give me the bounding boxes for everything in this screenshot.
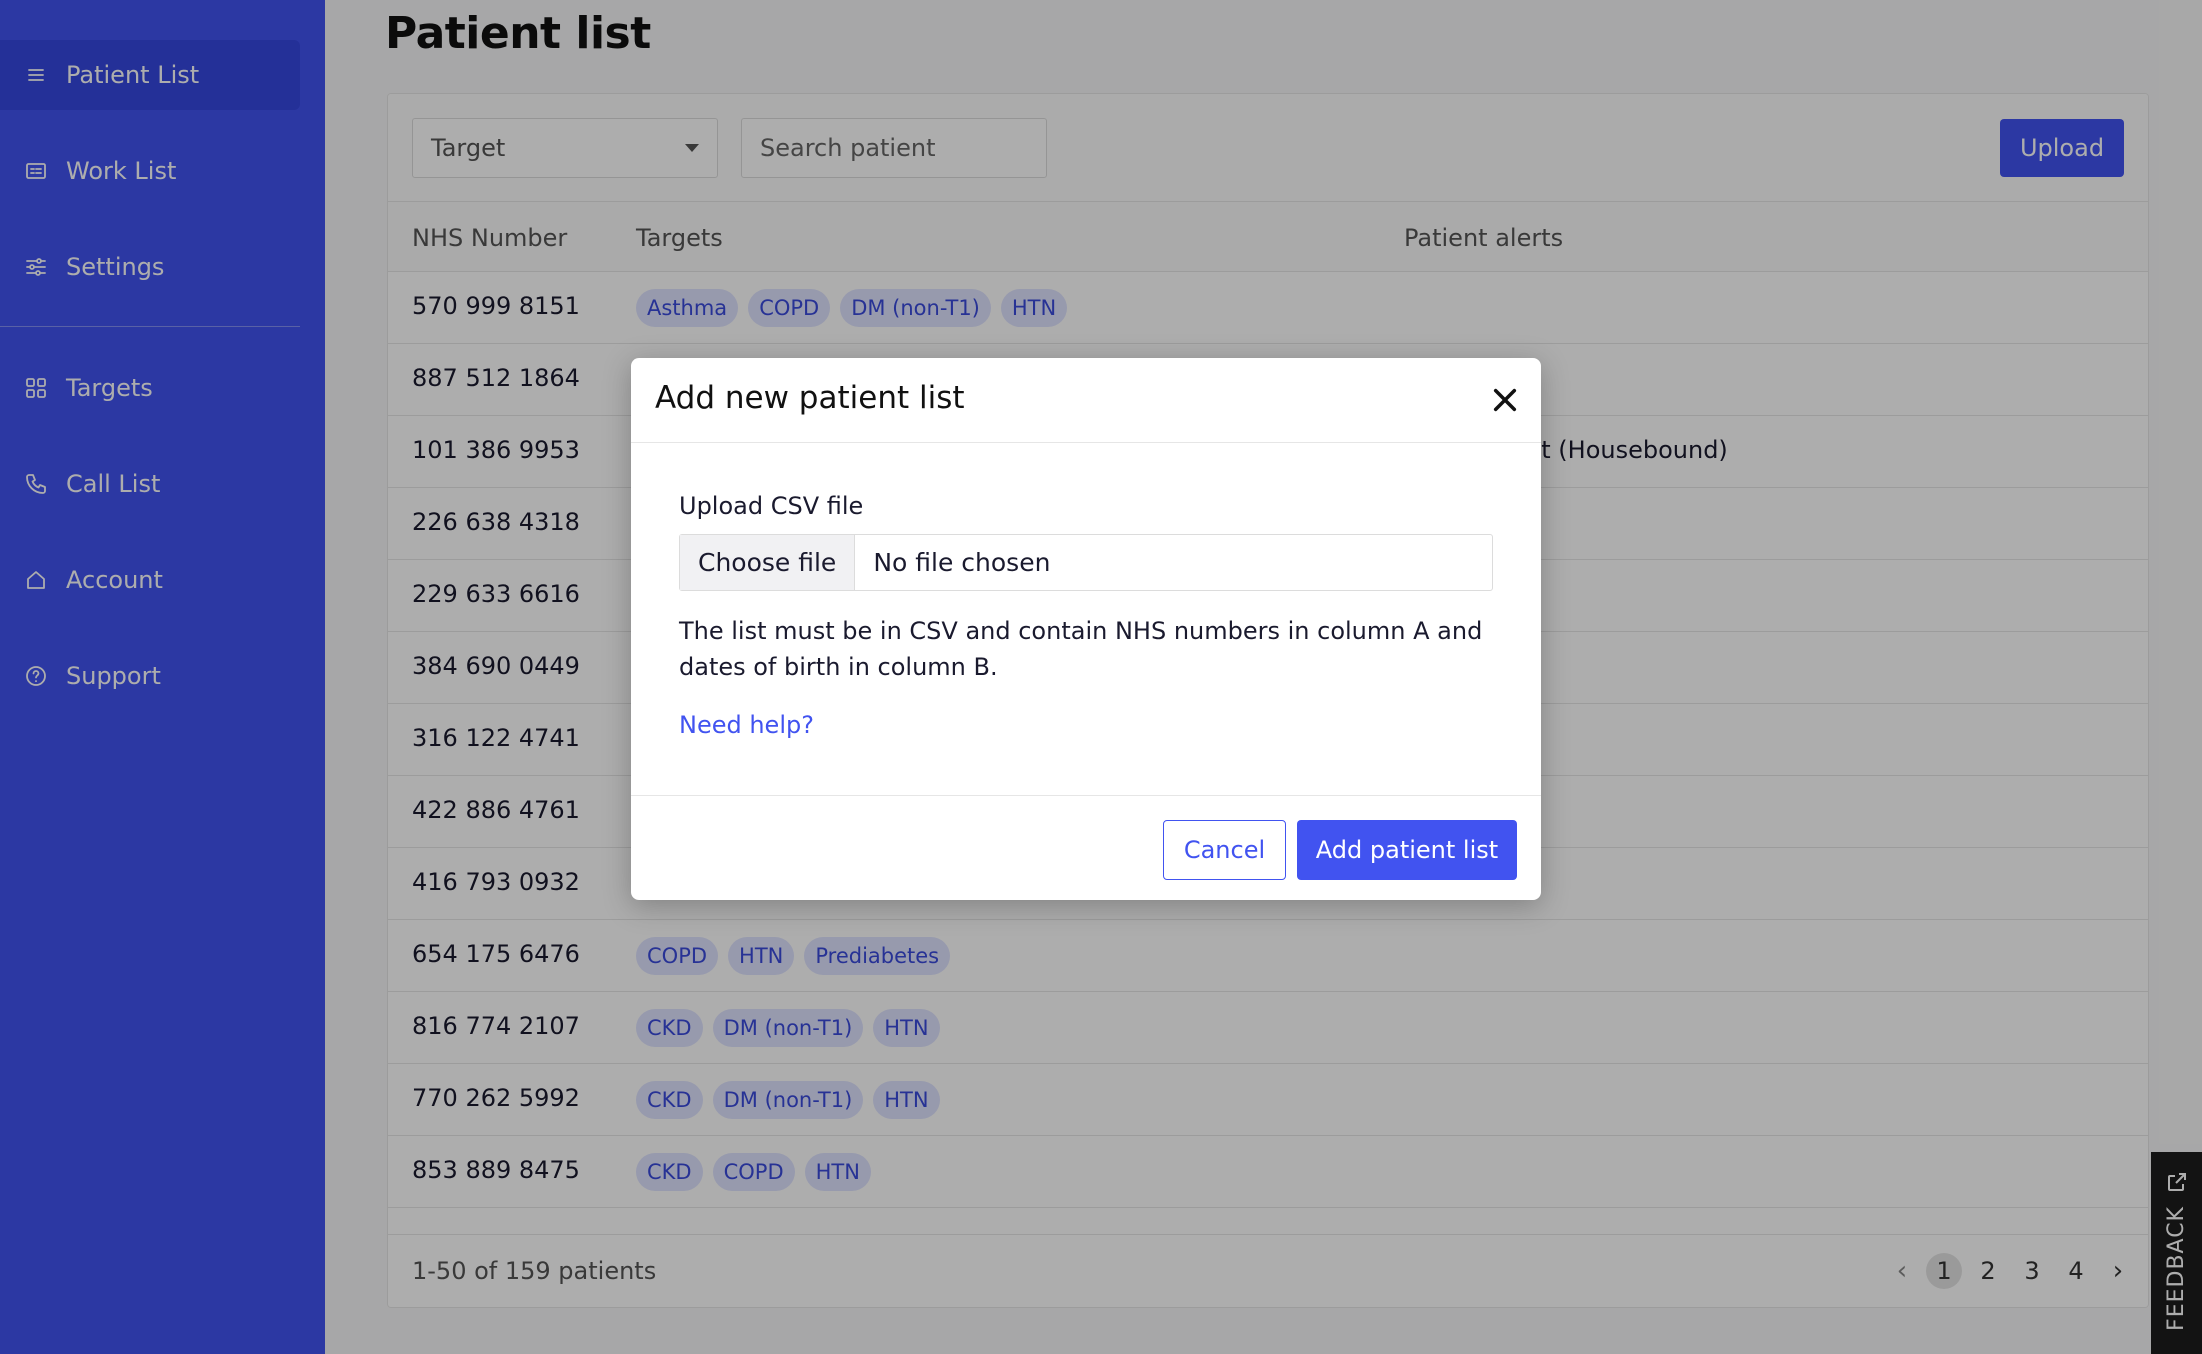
add-patient-list-modal: Add new patient list Upload CSV file Cho… [631, 358, 1541, 900]
close-button[interactable] [1483, 378, 1527, 422]
modal-footer: Cancel Add patient list [631, 795, 1541, 900]
modal-header: Add new patient list [631, 358, 1541, 443]
need-help-link[interactable]: Need help? [679, 711, 814, 739]
add-patient-list-button[interactable]: Add patient list [1297, 820, 1517, 880]
upload-instructions: The list must be in CSV and contain NHS … [679, 617, 1483, 681]
file-status: No file chosen [873, 548, 1051, 577]
upload-csv-label: Upload CSV file [679, 492, 864, 520]
choose-file-button[interactable]: Choose file [680, 535, 856, 590]
close-icon [1493, 388, 1517, 412]
csv-file-input[interactable]: Choose file No file chosen [679, 534, 1493, 591]
modal-title: Add new patient list [655, 380, 965, 416]
cancel-button[interactable]: Cancel [1163, 820, 1286, 880]
